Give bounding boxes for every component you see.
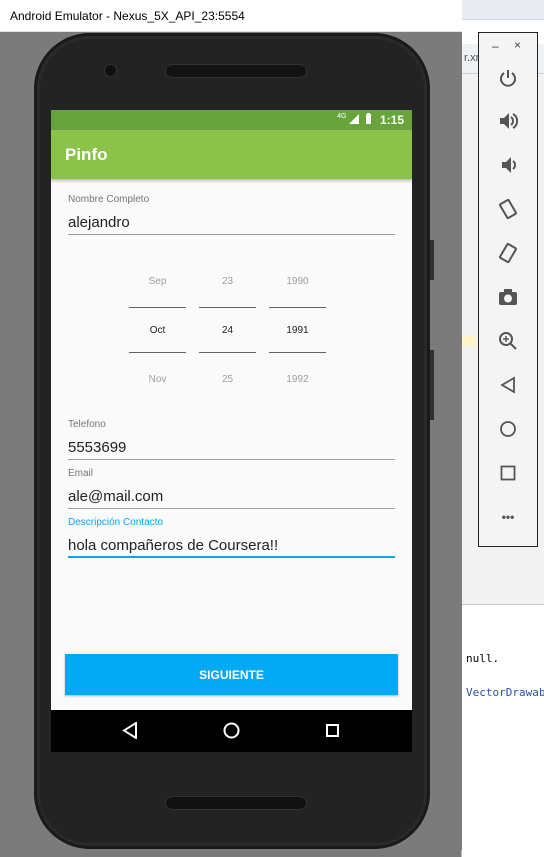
navigation-bar (51, 710, 412, 752)
rotate-left-button[interactable] (493, 194, 523, 224)
window-title: Android Emulator - Nexus_5X_API_23:5554 (10, 9, 245, 23)
month-selected[interactable]: Oct (129, 325, 186, 336)
siguiente-button[interactable]: SIGUIENTE (65, 654, 398, 695)
volume-up-button[interactable] (493, 106, 523, 136)
power-button[interactable] (430, 350, 434, 420)
month-next[interactable]: Nov (129, 374, 186, 385)
front-camera (105, 65, 116, 76)
back-icon[interactable] (122, 722, 138, 739)
screenshot-button[interactable] (493, 282, 523, 312)
telefono-label: Telefono (68, 419, 106, 430)
picker-divider (269, 307, 326, 308)
year-selected[interactable]: 1991 (269, 325, 326, 336)
ide-code-line: VectorDrawab (466, 686, 544, 699)
volume-down-icon (502, 157, 516, 173)
day-next[interactable]: 25 (199, 374, 256, 385)
battery-icon (366, 113, 371, 124)
volume-button[interactable] (430, 240, 434, 280)
top-speaker (166, 65, 306, 77)
bottom-speaker (166, 797, 306, 809)
rotate-right-button[interactable] (493, 238, 523, 268)
toolbar-close-button[interactable]: × (514, 38, 521, 52)
email-label: Email (68, 468, 94, 479)
date-picker-month[interactable]: Sep Oct Nov (129, 270, 186, 400)
zoom-button[interactable] (493, 326, 523, 356)
window-title-bar[interactable]: Android Emulator - Nexus_5X_API_23:5554 (0, 0, 462, 32)
zoom-icon (499, 332, 517, 350)
nombre-label: Nombre Completo (68, 194, 150, 205)
rotate-right-icon (499, 242, 517, 264)
more-options-button[interactable]: ••• (493, 502, 523, 532)
power-toolbar-button[interactable] (493, 63, 523, 93)
date-picker-day[interactable]: 23 24 25 (199, 270, 256, 400)
back-icon (500, 376, 515, 394)
picker-divider (199, 307, 256, 308)
desktop: r.xm null. VectorDrawab Android Emulator… (0, 0, 544, 857)
emulator-window: Android Emulator - Nexus_5X_API_23:5554 … (0, 0, 462, 857)
app-bar: Pinfo (51, 130, 412, 179)
recents-icon[interactable] (326, 724, 339, 737)
picker-divider (129, 307, 186, 308)
year-prev[interactable]: 1990 (269, 276, 326, 287)
home-toolbar-button[interactable] (493, 414, 523, 444)
camera-icon (499, 289, 517, 305)
power-icon (500, 70, 516, 87)
email-field[interactable] (68, 485, 395, 509)
ide-code-line: null. (466, 652, 500, 665)
nombre-field[interactable] (68, 211, 395, 235)
status-icons: 4G (337, 113, 372, 124)
toolbar-minimize-button[interactable]: – (492, 39, 499, 53)
emulator-toolbar: – × ••• (478, 32, 538, 547)
signal-icon (349, 113, 360, 124)
network-type: 4G (337, 113, 347, 120)
picker-divider (199, 352, 256, 353)
overview-toolbar-button[interactable] (493, 458, 523, 488)
status-bar: 4G 1:15 (51, 110, 412, 130)
ide-highlight-marker (462, 336, 476, 346)
descripcion-label: Descripción Contacto (68, 517, 164, 528)
volume-down-button[interactable] (493, 150, 523, 180)
day-selected[interactable]: 24 (199, 325, 256, 336)
status-time: 1:15 (379, 113, 404, 127)
device-screen: 4G 1:15 Pinfo Nombre Completo Sep Oct No… (51, 110, 412, 752)
rotate-left-icon (499, 198, 517, 220)
picker-divider (129, 352, 186, 353)
month-prev[interactable]: Sep (129, 276, 186, 287)
descripcion-field[interactable] (68, 534, 395, 558)
home-icon[interactable] (223, 722, 240, 739)
volume-up-icon (500, 113, 518, 129)
home-icon (500, 421, 516, 437)
app-title: Pinfo (65, 145, 108, 164)
back-toolbar-button[interactable] (493, 370, 523, 400)
toolbar-header: – × (479, 33, 537, 57)
ide-divider (462, 604, 544, 605)
telefono-field[interactable] (68, 436, 395, 460)
day-prev[interactable]: 23 (199, 276, 256, 287)
date-picker-year[interactable]: 1990 1991 1992 (269, 270, 326, 400)
ide-toolbar (462, 0, 544, 20)
year-next[interactable]: 1992 (269, 374, 326, 385)
overview-icon (500, 465, 516, 481)
picker-divider (269, 352, 326, 353)
